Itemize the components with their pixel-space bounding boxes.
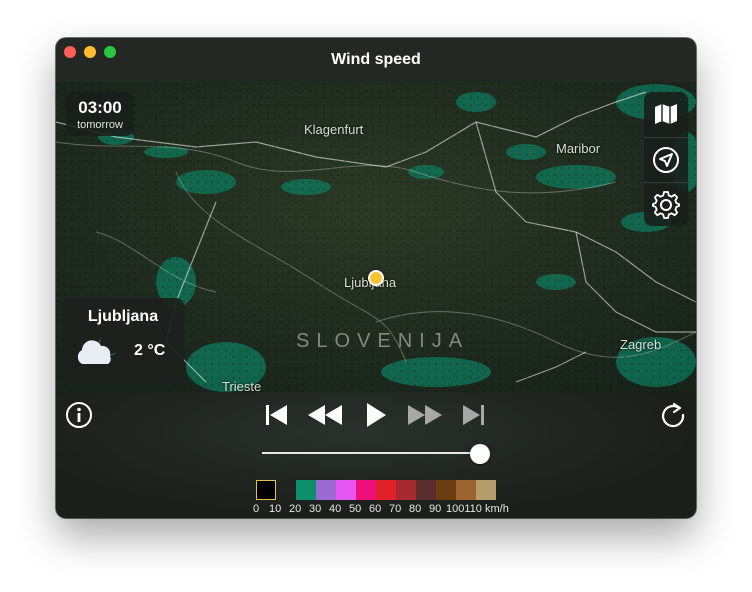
skip-to-start-button[interactable] — [264, 402, 290, 428]
info-button[interactable] — [64, 400, 94, 430]
country-label: SLOVENIJA — [296, 330, 470, 352]
skip-forward-icon — [463, 405, 484, 425]
forecast-day: tomorrow — [77, 119, 123, 131]
legend-swatch-0 — [256, 480, 276, 500]
weather-city: Ljubljana — [87, 308, 159, 325]
legend-label: 60 — [369, 503, 382, 515]
title-bar: Wind speed — [56, 38, 696, 82]
timeline-slider-knob[interactable] — [470, 444, 490, 464]
map-view[interactable]: Klagenfurt Maribor Ljubljana Zagreb Trie… — [56, 82, 696, 392]
legend-swatch-90 — [436, 480, 456, 500]
legend-swatch-100 — [456, 480, 476, 500]
play-button[interactable] — [362, 400, 390, 430]
wind-speed-legend: 0 10 20 30 40 50 60 70 80 90 100110 km/h — [253, 478, 526, 515]
legend-label: 40 — [329, 503, 342, 515]
skip-back-icon — [266, 405, 287, 425]
refresh-button[interactable] — [658, 400, 688, 430]
weather-temperature: 2 °C — [134, 342, 166, 359]
legend-swatch-110 — [476, 480, 496, 500]
window-title: Wind speed — [331, 51, 421, 68]
legend-label: 50 — [349, 503, 362, 515]
legend-swatch-60 — [376, 480, 396, 500]
weather-card[interactable]: Ljubljana 2 °C — [62, 298, 184, 386]
legend-swatch-30 — [316, 480, 336, 500]
legend-label: 10 — [269, 503, 282, 515]
navigation-arrow-icon — [653, 147, 679, 173]
map-tools — [644, 92, 688, 226]
locate-button[interactable] — [644, 137, 688, 182]
playback-controls: 0 10 20 30 40 50 60 70 80 90 100110 km/h — [56, 392, 696, 518]
city-label-zagreb: Zagreb — [620, 337, 662, 352]
location-marker[interactable] — [368, 270, 384, 286]
city-label-maribor: Maribor — [556, 141, 601, 156]
legend-unit: km/h — [485, 503, 509, 515]
forecast-time-box: 03:00 tomorrow — [66, 92, 134, 136]
info-icon — [66, 402, 92, 428]
legend-label: 0 — [253, 503, 260, 515]
legend-label: 90 — [429, 503, 442, 515]
legend-swatch-20 — [296, 480, 316, 500]
legend-label: 80 — [409, 503, 422, 515]
legend-label: 70 — [389, 503, 402, 515]
legend-label: 20 — [289, 503, 302, 515]
legend-label: 100110 — [446, 503, 482, 515]
partly-cloudy-night-icon — [72, 334, 122, 373]
fast-forward-icon — [408, 405, 442, 425]
gear-icon — [652, 191, 680, 219]
legend-swatch-40 — [336, 480, 356, 500]
legend-swatch-80 — [416, 480, 436, 500]
play-icon — [367, 403, 386, 427]
map-layers-button[interactable] — [644, 92, 688, 136]
city-label-trieste: Trieste — [222, 379, 262, 392]
rewind-button[interactable] — [306, 402, 344, 428]
refresh-icon — [662, 402, 685, 428]
map-icon — [655, 104, 677, 124]
fast-forward-button[interactable] — [406, 402, 444, 428]
legend-label: 30 — [309, 503, 322, 515]
forecast-time: 03:00 — [78, 98, 122, 117]
settings-button[interactable] — [644, 182, 688, 227]
legend-swatch-50 — [356, 480, 376, 500]
timeline-slider[interactable] — [262, 452, 480, 454]
rewind-icon — [308, 405, 342, 425]
app-window: Wind speed Klagenfurt Maribor Zagreb Tri… — [56, 38, 696, 518]
city-label-klagenfurt: Klagenfurt — [304, 122, 364, 137]
skip-to-end-button[interactable] — [460, 402, 486, 428]
legend-swatch-70 — [396, 480, 416, 500]
